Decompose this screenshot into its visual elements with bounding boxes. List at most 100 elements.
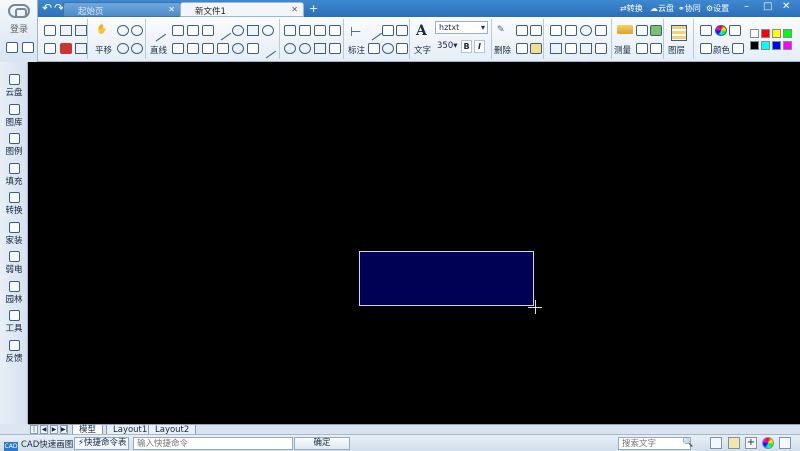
sidebar-item-4[interactable]: 转换: [1, 190, 27, 218]
sidebar-item-9[interactable]: 反馈: [1, 338, 27, 366]
cloud-link[interactable]: ☁云盘: [650, 3, 674, 14]
coordinate-icon[interactable]: [650, 43, 662, 54]
command-input[interactable]: [133, 437, 293, 450]
continue-dim-icon[interactable]: [396, 25, 408, 36]
angle-dim-icon[interactable]: [382, 25, 394, 36]
zoom-out-icon[interactable]: [131, 25, 143, 36]
double-line-icon[interactable]: [202, 25, 214, 36]
image-export-icon[interactable]: [75, 43, 87, 54]
close-icon[interactable]: ✕: [291, 5, 298, 14]
rotate-icon[interactable]: [299, 43, 311, 54]
minimize-button[interactable]: –: [744, 1, 749, 12]
move-icon[interactable]: [550, 25, 562, 36]
color-label[interactable]: 颜色: [713, 44, 730, 56]
last-layout-button[interactable]: ▶|: [60, 425, 68, 434]
eraser-icon[interactable]: ✎: [497, 25, 513, 41]
drawing-canvas[interactable]: [28, 62, 800, 424]
pen-icon[interactable]: [650, 25, 662, 36]
dimension-label[interactable]: 标注: [348, 44, 365, 56]
login-button[interactable]: 登录: [0, 0, 38, 62]
sidebar-item-6[interactable]: 弱电: [1, 249, 27, 277]
line-tool-icon[interactable]: [149, 25, 167, 42]
explode-icon[interactable]: [284, 43, 296, 54]
zoom-in-icon[interactable]: [117, 25, 129, 36]
ellipse-tool-icon[interactable]: [262, 25, 274, 36]
save-as-icon[interactable]: [75, 25, 87, 36]
color-swatch[interactable]: [750, 29, 759, 38]
color-swatch[interactable]: [750, 41, 759, 50]
save-icon[interactable]: [60, 25, 72, 36]
arc-tool-icon[interactable]: [217, 43, 229, 54]
sidebar-item-3[interactable]: 填充: [1, 161, 27, 189]
tab-start-page[interactable]: 起始页 ✕: [63, 2, 181, 17]
first-layout-button[interactable]: |◀: [30, 425, 38, 441]
shortcut-table-button[interactable]: ⚡快捷命令表: [74, 437, 129, 450]
grid-toggle-icon[interactable]: [710, 437, 722, 449]
fillet-icon[interactable]: [314, 25, 326, 36]
line-type-icon[interactable]: [729, 25, 741, 36]
cloud-line-icon[interactable]: [247, 43, 259, 54]
parallelogram-tool-icon[interactable]: [202, 43, 214, 54]
rotate-copy-icon[interactable]: [580, 25, 592, 36]
ortho-toggle-icon[interactable]: [728, 437, 740, 449]
sidebar-item-0[interactable]: 云盘: [1, 72, 27, 100]
match-property-icon[interactable]: [732, 43, 744, 54]
copy-icon[interactable]: [516, 25, 528, 36]
area-icon[interactable]: [636, 25, 648, 36]
spline-tool-icon[interactable]: [214, 24, 232, 41]
measure-label[interactable]: 测量: [614, 44, 631, 56]
mirror-icon[interactable]: [565, 43, 577, 54]
line-label[interactable]: 直线: [150, 44, 167, 56]
distance-icon[interactable]: [636, 43, 648, 54]
offset-icon[interactable]: [565, 25, 577, 36]
circle-tool-icon[interactable]: [232, 25, 244, 36]
next-layout-button[interactable]: ▶: [50, 425, 58, 434]
font-select[interactable]: hztxt ▾: [435, 21, 488, 34]
extend-icon[interactable]: [299, 25, 311, 36]
search-icon[interactable]: 🔍: [682, 438, 693, 448]
leader-dim-icon[interactable]: [396, 43, 408, 54]
drawn-rectangle[interactable]: [359, 251, 534, 306]
color-wheel-icon[interactable]: [715, 25, 727, 36]
array-icon[interactable]: [595, 25, 607, 36]
layers-icon[interactable]: [671, 25, 687, 41]
radius-dim-icon[interactable]: [368, 43, 380, 54]
color-swatch[interactable]: [761, 41, 770, 50]
crosshair-toggle-icon[interactable]: +: [745, 437, 757, 449]
collab-link[interactable]: ⚭协同: [678, 3, 701, 14]
undo-edit-icon[interactable]: [530, 25, 542, 36]
diameter-dim-icon[interactable]: [382, 43, 394, 54]
confirm-button[interactable]: 确定: [294, 437, 350, 450]
property-icon[interactable]: [700, 43, 712, 54]
close-window-button[interactable]: ✕: [782, 1, 790, 12]
text-label[interactable]: 文字: [414, 44, 431, 56]
highlight-icon[interactable]: [530, 43, 542, 54]
bold-button[interactable]: B: [461, 40, 472, 53]
dimension-icon[interactable]: ⊢: [350, 25, 366, 41]
stretch-icon[interactable]: [329, 43, 341, 54]
color-swatch[interactable]: [772, 41, 781, 50]
convert-link[interactable]: ⇄转换: [620, 3, 643, 14]
donut-tool-icon[interactable]: [232, 43, 244, 54]
open-cloud-icon[interactable]: [6, 42, 18, 53]
ungroup-icon[interactable]: [595, 43, 607, 54]
chamfer-icon[interactable]: [329, 25, 341, 36]
pan-hand-icon[interactable]: ✋: [96, 25, 112, 41]
pan-label[interactable]: 平移: [95, 44, 112, 56]
ray-tool-icon[interactable]: [259, 42, 277, 59]
color-swatch[interactable]: [761, 29, 770, 38]
crosshair-tool-icon[interactable]: [172, 25, 184, 36]
add-tab-button[interactable]: +: [309, 3, 318, 14]
settings-link[interactable]: ⚙设置: [706, 3, 729, 14]
trim-icon[interactable]: [284, 25, 296, 36]
color-swatch[interactable]: [772, 29, 781, 38]
ruler-icon[interactable]: [617, 25, 633, 34]
text-tool-icon[interactable]: A: [416, 23, 432, 39]
rectangle-tool-icon[interactable]: [247, 25, 259, 36]
triangle-tool-icon[interactable]: [172, 43, 184, 54]
zoom-extents-icon[interactable]: [131, 43, 143, 54]
sidebar-item-5[interactable]: 家装: [1, 220, 27, 248]
polyline-tool-icon[interactable]: [187, 25, 199, 36]
open-file-icon[interactable]: [44, 25, 56, 36]
settings-toggle-icon[interactable]: [779, 437, 791, 449]
